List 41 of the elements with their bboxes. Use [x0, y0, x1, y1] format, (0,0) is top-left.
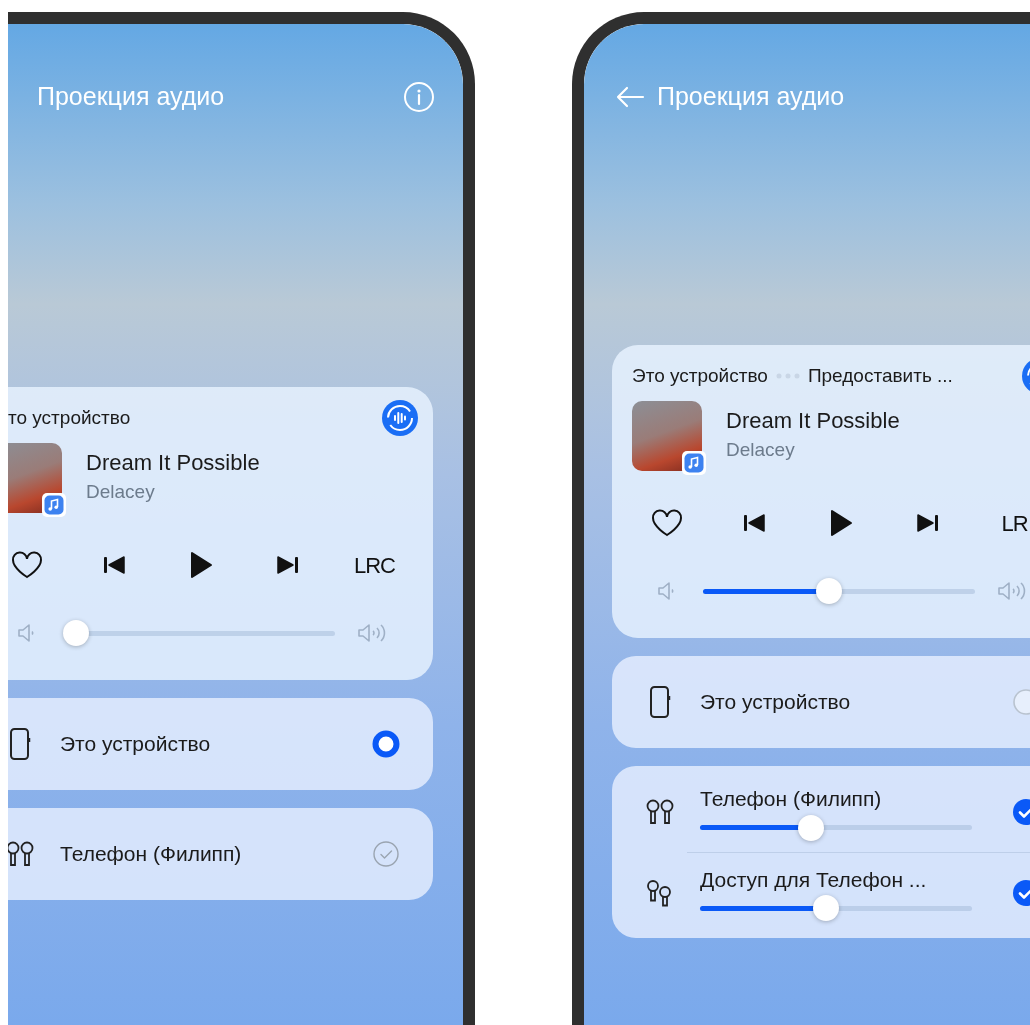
device-name: Телефон (Филипп)	[700, 786, 883, 813]
artist-name: Delacey	[726, 438, 796, 463]
screen-title: Проекция аудио	[37, 81, 225, 113]
radio-circle-icon	[372, 730, 400, 758]
check-icon	[372, 840, 400, 868]
output-route-label: то устройство	[8, 405, 131, 430]
track-title: Dream It Possible	[86, 449, 260, 478]
play-icon	[188, 551, 213, 579]
lyrics-button[interactable]: LRC	[331, 543, 418, 587]
earbuds-icon	[645, 798, 675, 826]
slider-thumb[interactable]	[813, 895, 840, 922]
output-route-label: Это устройство	[632, 363, 768, 388]
next-track-icon	[916, 513, 939, 533]
device-name: Доступ для Телефон ...	[700, 866, 928, 893]
heart-icon	[650, 509, 683, 537]
phone-icon	[9, 727, 31, 761]
device-name: Телефон (Филипп)	[60, 841, 243, 868]
device-volume-slider[interactable]	[700, 814, 972, 841]
previous-track-icon	[102, 555, 125, 575]
heart-icon	[10, 551, 43, 579]
slider-thumb[interactable]	[63, 620, 89, 646]
phone-icon	[649, 685, 671, 719]
volume-slider[interactable]	[703, 578, 975, 604]
artist-name: Delacey	[86, 480, 156, 505]
previous-track-icon	[742, 513, 765, 533]
device-name: Это устройство	[700, 689, 852, 716]
slider-thumb[interactable]	[816, 578, 843, 604]
device-name: Это устройство	[60, 731, 212, 758]
earbuds-icon	[8, 840, 35, 868]
track-title: Dream It Possible	[726, 407, 900, 436]
audio-output-icon[interactable]	[382, 400, 418, 436]
slider-thumb[interactable]	[798, 814, 825, 841]
next-track-icon	[276, 555, 299, 575]
lyrics-button[interactable]: LR	[971, 501, 1030, 545]
music-app-icon	[682, 451, 706, 475]
screen-title: Проекция аудио	[657, 81, 845, 113]
output-route-label: Предоставить ...	[807, 363, 953, 388]
play-icon	[828, 509, 853, 537]
device-volume-slider[interactable]	[700, 895, 972, 922]
music-app-icon	[42, 493, 66, 517]
volume-slider[interactable]	[63, 620, 335, 646]
